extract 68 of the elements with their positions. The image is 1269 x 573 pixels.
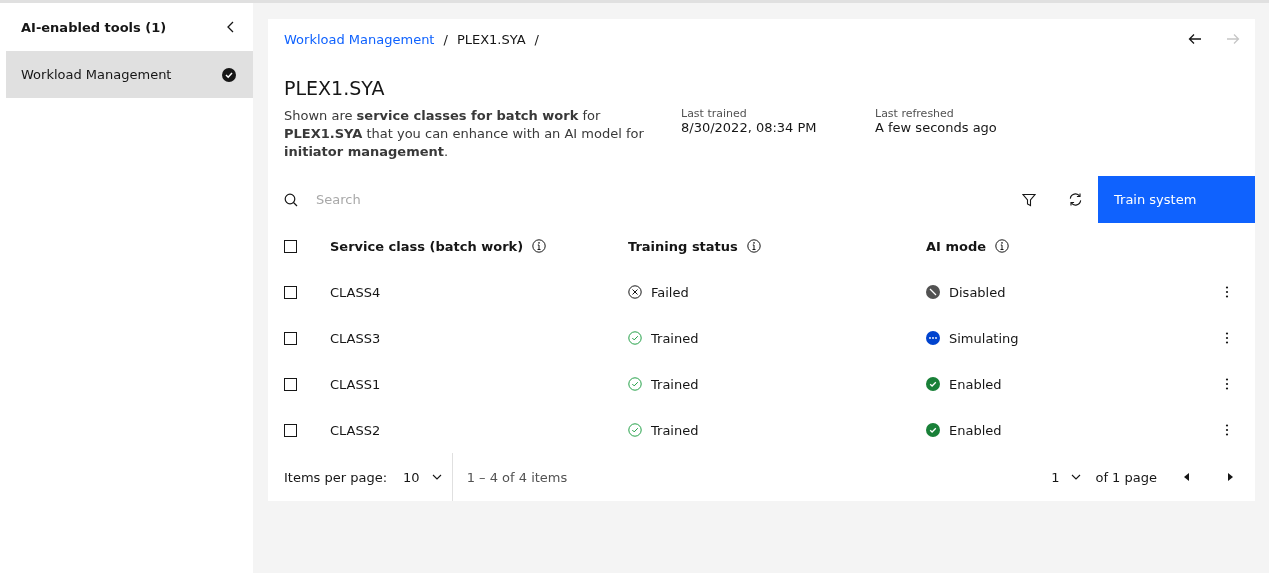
page-title: PLEX1.SYA xyxy=(284,77,386,99)
page-select[interactable]: 1 xyxy=(1051,469,1082,485)
table-cell-text: CLASS2 xyxy=(330,422,382,438)
sidebar-item[interactable]: Workload Management xyxy=(6,51,253,98)
meta-label: Last trained xyxy=(681,107,748,120)
overflow-menu-button[interactable] xyxy=(1223,422,1231,438)
ai-mode: Enabled xyxy=(949,376,1002,392)
check-status-icon xyxy=(926,423,940,437)
column-header: AI mode xyxy=(926,238,987,254)
row-checkbox[interactable] xyxy=(284,285,297,299)
disabled-status-icon xyxy=(926,285,940,299)
info-icon xyxy=(532,239,547,253)
check-status-icon xyxy=(926,377,940,391)
item-range: 1 – 4 of 4 items xyxy=(465,469,569,485)
refresh-icon xyxy=(1067,192,1083,207)
caret-left-icon xyxy=(1183,473,1189,481)
items-per-page-label: Items per page: xyxy=(284,469,388,485)
select-all-checkbox[interactable] xyxy=(284,239,297,253)
breadcrumb-separator: / xyxy=(443,31,448,47)
table-cell-text: CLASS4 xyxy=(330,284,382,300)
error-circle-icon xyxy=(628,285,642,299)
ai-mode: Simulating xyxy=(949,330,1019,346)
chevron-down-icon xyxy=(1071,474,1082,480)
checkmark-icon xyxy=(221,66,237,83)
table-cell-text: CLASS1 xyxy=(330,376,382,392)
column-header: Training status xyxy=(628,238,738,254)
arrow-left-icon xyxy=(1188,33,1202,45)
overflow-menu-icon xyxy=(1225,378,1229,390)
check-circle-icon xyxy=(628,377,642,391)
training-status: Trained xyxy=(651,376,699,392)
filter-icon xyxy=(1022,192,1036,207)
training-status: Trained xyxy=(651,330,699,346)
train-system-button[interactable]: Train system xyxy=(1098,176,1255,223)
check-circle-icon xyxy=(628,423,642,437)
row-checkbox[interactable] xyxy=(284,423,297,437)
training-status: Trained xyxy=(651,422,699,438)
arrow-right-icon xyxy=(1226,33,1240,45)
info-icon xyxy=(746,239,761,253)
row-checkbox[interactable] xyxy=(284,331,297,345)
sidebar-title: AI-enabled tools (1) xyxy=(21,19,167,35)
ai-mode: Disabled xyxy=(949,284,1006,300)
overflow-menu-button[interactable] xyxy=(1223,284,1231,300)
in-progress-status-icon xyxy=(926,331,940,345)
meta-value: A few seconds ago xyxy=(875,120,998,135)
overflow-menu-icon xyxy=(1225,332,1229,344)
meta-label: Last refreshed xyxy=(875,107,955,120)
chevron-down-icon xyxy=(431,474,442,480)
page-total: of 1 page xyxy=(1095,469,1157,485)
breadcrumb-link[interactable]: Workload Management xyxy=(284,31,435,47)
overflow-menu-icon xyxy=(1225,286,1229,298)
overflow-menu-icon xyxy=(1225,424,1229,436)
info-icon xyxy=(995,239,1010,253)
chevron-left-icon xyxy=(226,21,236,33)
ai-mode: Enabled xyxy=(949,422,1002,438)
breadcrumb-current: PLEX1.SYA xyxy=(456,31,526,47)
overflow-menu-button[interactable] xyxy=(1223,330,1231,346)
caret-right-icon xyxy=(1227,473,1233,481)
description: Shown are service classes for batch work for PLEX1.SYA that you can enhance with an AI model for initiator management. xyxy=(284,107,644,161)
table-cell-text: CLASS3 xyxy=(330,330,382,346)
items-per-page-select[interactable]: 10 xyxy=(403,469,442,485)
check-circle-icon xyxy=(628,331,642,345)
overflow-menu-button[interactable] xyxy=(1223,376,1231,392)
row-checkbox[interactable] xyxy=(284,377,297,391)
meta-value: 8/30/2022, 08:34 PM xyxy=(681,120,818,135)
search-icon xyxy=(284,192,298,207)
training-status: Failed xyxy=(651,284,689,300)
column-header: Service class (batch work) xyxy=(330,238,524,254)
breadcrumb-separator: / xyxy=(534,31,539,47)
